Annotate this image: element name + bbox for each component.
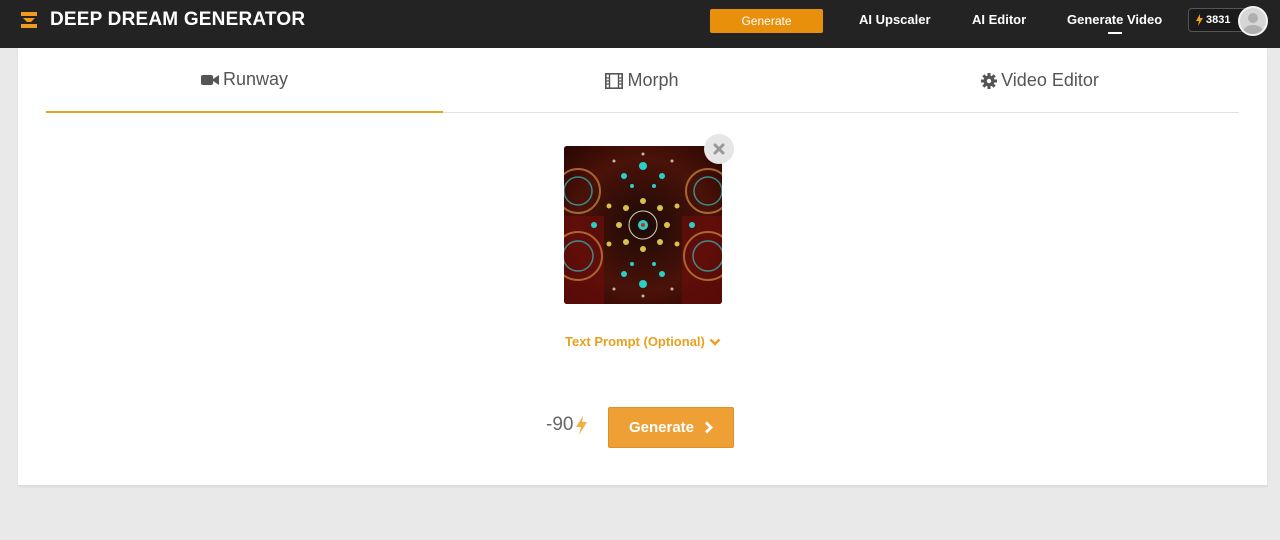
mode-tabs: Runway Morph Video Editor [46,48,1239,113]
credit-cost-value: -90 [546,414,574,435]
tab-morph[interactable]: Morph [443,48,841,113]
fractal-artwork-image [564,146,722,304]
tab-video-editor[interactable]: Video Editor [841,48,1239,113]
user-avatar[interactable] [1238,6,1268,36]
film-icon [605,72,624,89]
generate-button[interactable]: Generate [608,407,734,448]
active-nav-indicator [1108,32,1122,34]
close-icon [713,143,725,155]
bolt-icon [576,415,588,435]
credit-cost: -90 [546,414,588,436]
video-camera-icon [200,74,219,85]
nav-generate-video-link[interactable]: Generate Video [1067,12,1162,27]
tab-video-editor-label: Video Editor [1001,70,1099,90]
nav-ai-editor-link[interactable]: AI Editor [972,12,1026,27]
video-generator-panel: Runway Morph Video Editor Text Prompt (O… [18,48,1267,486]
text-prompt-label: Text Prompt (Optional) [565,334,705,349]
tab-runway[interactable]: Runway [46,48,443,113]
gear-icon [981,72,998,89]
chevron-down-icon [709,338,721,346]
tab-runway-label: Runway [222,69,289,89]
top-navigation-bar: DEEP DREAM GENERATOR Generate AI Upscale… [0,0,1280,48]
user-icon [1243,13,1263,34]
nav-generate-button[interactable]: Generate [710,9,823,33]
chevron-right-icon [705,421,713,434]
brand-name[interactable]: DEEP DREAM GENERATOR [50,9,305,31]
remove-image-button[interactable] [704,134,734,164]
bolt-icon [1196,14,1203,26]
tab-morph-label: Morph [627,70,679,90]
logo-icon[interactable] [20,11,38,29]
text-prompt-toggle[interactable]: Text Prompt (Optional) [565,334,721,349]
nav-ai-upscaler-link[interactable]: AI Upscaler [859,12,931,27]
credits-count: 3831 [1206,14,1231,26]
uploaded-image-preview [564,146,722,304]
generate-button-label: Generate [628,419,695,436]
